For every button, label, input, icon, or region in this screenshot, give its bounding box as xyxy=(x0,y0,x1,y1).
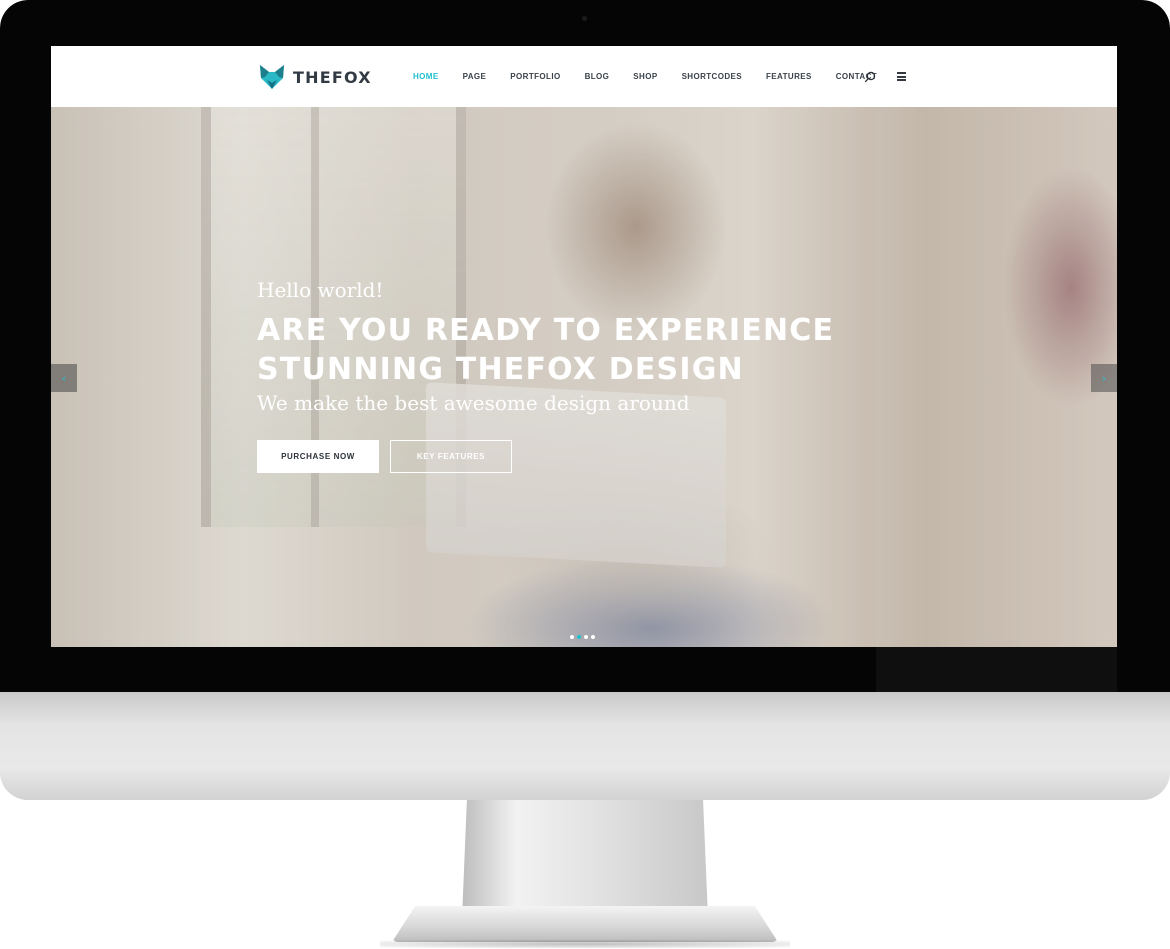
slider-dot-3[interactable] xyxy=(584,635,588,639)
nav-item-blog[interactable]: BLOG xyxy=(585,72,610,81)
nav-item-home[interactable]: HOME xyxy=(413,72,439,81)
chevron-left-icon: ‹ xyxy=(61,371,67,385)
hero-heading-line-1: ARE YOU READY TO EXPERIENCE xyxy=(257,313,835,348)
slider-pagination xyxy=(570,635,598,639)
stand-shadow xyxy=(380,940,790,948)
hamburger-menu-icon[interactable] xyxy=(897,72,906,81)
hero-heading: ARE YOU READY TO EXPERIENCE STUNNING THE… xyxy=(257,311,834,389)
camera-dot xyxy=(582,16,587,21)
monitor-chin xyxy=(0,692,1170,800)
nav-item-shop[interactable]: SHOP xyxy=(633,72,657,81)
site-header: THEFOX HOME PAGE PORTFOLIO BLOG SHOP SHO… xyxy=(51,46,1117,107)
fox-logo-icon xyxy=(260,65,284,89)
brand-name: THEFOX xyxy=(293,67,372,87)
nav-item-shortcodes[interactable]: SHORTCODES xyxy=(682,72,742,81)
slider-dot-2[interactable] xyxy=(577,635,581,639)
chevron-right-icon: › xyxy=(1101,371,1107,385)
nav-item-page[interactable]: PAGE xyxy=(463,72,487,81)
hero-eyebrow: Hello world! xyxy=(257,278,384,302)
purchase-now-button[interactable]: PURCHASE NOW xyxy=(257,440,379,473)
brand-logo-link[interactable]: THEFOX xyxy=(258,63,372,91)
hero-heading-line-2: STUNNING THEFOX DESIGN xyxy=(257,352,744,387)
search-icon[interactable] xyxy=(864,71,876,83)
nav-item-features[interactable]: FEATURES xyxy=(766,72,812,81)
slider-next-arrow[interactable]: › xyxy=(1091,364,1117,392)
hero-subtitle: We make the best awesome design around xyxy=(257,391,690,415)
slider-prev-arrow[interactable]: ‹ xyxy=(51,364,77,392)
slider-dot-4[interactable] xyxy=(591,635,595,639)
hero-slider: Hello world! ARE YOU READY TO EXPERIENCE… xyxy=(51,107,1117,647)
slider-dot-1[interactable] xyxy=(570,635,574,639)
monitor-stand-neck xyxy=(462,800,708,918)
key-features-button[interactable]: KEY FEATURES xyxy=(390,440,512,473)
screen: THEFOX HOME PAGE PORTFOLIO BLOG SHOP SHO… xyxy=(51,46,1117,647)
main-nav: HOME PAGE PORTFOLIO BLOG SHOP SHORTCODES… xyxy=(413,46,901,107)
monitor-stand-base xyxy=(392,906,778,942)
nav-item-portfolio[interactable]: PORTFOLIO xyxy=(510,72,560,81)
